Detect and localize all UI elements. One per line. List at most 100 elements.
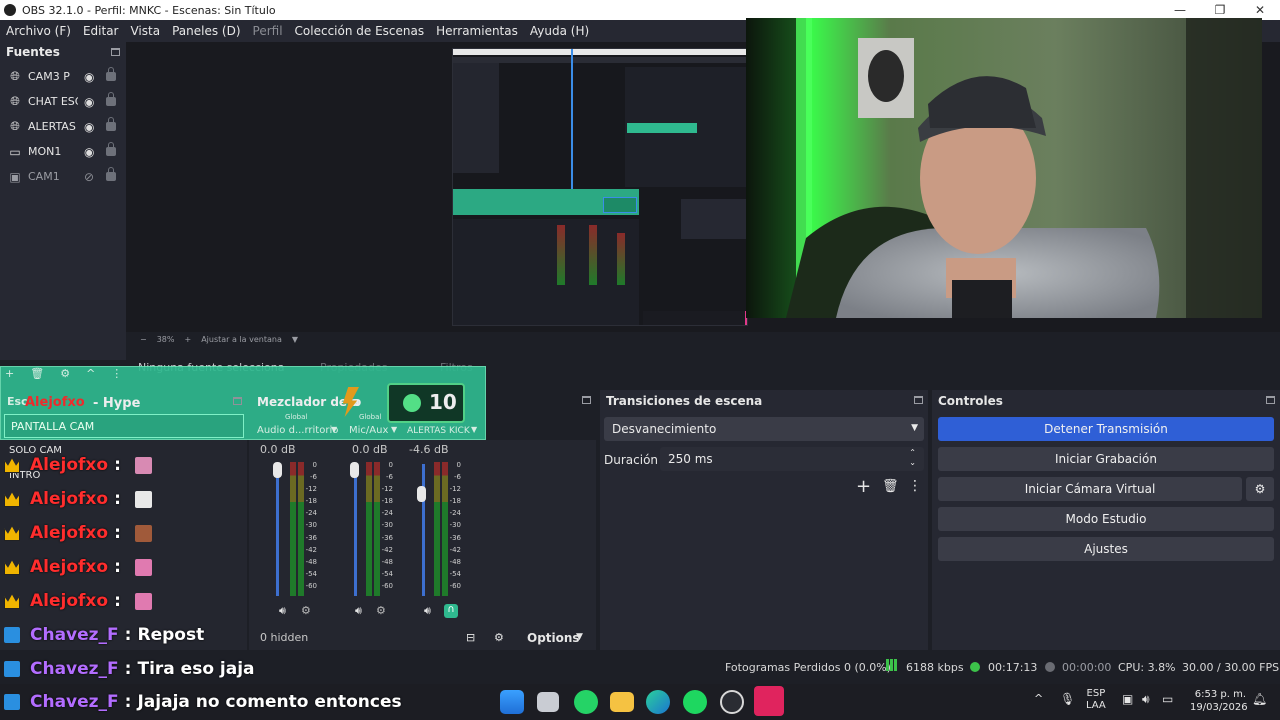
- menu-ayuda[interactable]: Ayuda (H): [524, 24, 595, 38]
- stop-stream-button[interactable]: Detener Transmisión: [938, 417, 1274, 441]
- zoom-out-button[interactable]: −: [140, 335, 147, 344]
- spotify-icon[interactable]: [683, 690, 707, 714]
- undock-icon[interactable]: [233, 397, 242, 405]
- lock-icon[interactable]: [106, 67, 116, 81]
- obs-icon[interactable]: [720, 690, 744, 714]
- trash-icon[interactable]: 🗑︎: [882, 479, 899, 494]
- menu-herramientas[interactable]: Herramientas: [430, 24, 524, 38]
- channel-settings-icon[interactable]: ⚙: [376, 604, 386, 617]
- start-recording-button[interactable]: Iniciar Grabación: [938, 447, 1274, 471]
- controls-title: Controles: [938, 394, 1003, 408]
- settings-button[interactable]: Ajustes: [938, 537, 1274, 561]
- menu-paneles[interactable]: Paneles (D): [166, 24, 246, 38]
- channel-settings-icon[interactable]: ⚙: [301, 604, 311, 617]
- tiktok-icon[interactable]: [754, 686, 784, 716]
- spin-arrows-icon[interactable]: ⌃ ⌄: [909, 448, 916, 468]
- chevron-down-icon[interactable]: ▼: [471, 425, 477, 434]
- lock-icon[interactable]: [106, 167, 116, 181]
- windows-start-icon[interactable]: [500, 690, 524, 714]
- menu-coleccion-escenas[interactable]: Colección de Escenas: [289, 24, 431, 38]
- menu-editar[interactable]: Editar: [77, 24, 125, 38]
- source-item[interactable]: 🌐︎ ALERTAS K ◉: [0, 114, 126, 139]
- chevron-up-icon[interactable]: ^: [86, 367, 95, 381]
- source-item[interactable]: ▣ CAM1 ⊘: [0, 164, 126, 189]
- mixer-layout-icon[interactable]: ⊟: [466, 631, 475, 644]
- crown-badge-icon: [4, 526, 20, 541]
- chat-message: Alejofxo:: [4, 489, 152, 509]
- network-icon[interactable]: ▣: [1122, 692, 1133, 706]
- add-transition-icon[interactable]: +: [856, 476, 871, 497]
- more-icon[interactable]: ⋮: [111, 367, 122, 381]
- chat-username: Alejofxo: [30, 489, 109, 509]
- maximize-button[interactable]: ❐: [1200, 0, 1240, 20]
- battery-icon[interactable]: ▭: [1162, 692, 1173, 706]
- studio-mode-button[interactable]: Modo Estudio: [938, 507, 1274, 531]
- eye-icon[interactable]: ◉: [84, 95, 98, 109]
- lock-icon[interactable]: [106, 142, 116, 156]
- source-name: CAM3 P: [28, 70, 70, 83]
- undock-icon[interactable]: [1266, 396, 1275, 404]
- menu-perfil[interactable]: Perfil: [247, 24, 289, 38]
- fader-handle[interactable]: [350, 462, 359, 478]
- scene-item-selected[interactable]: PANTALLA CAM: [4, 414, 244, 438]
- source-item[interactable]: ▭ MON1 ◉: [0, 139, 126, 164]
- headphones-icon[interactable]: ∩: [444, 604, 458, 618]
- chevron-down-icon[interactable]: ▼: [391, 425, 397, 434]
- microphone-icon[interactable]: 🎙︎: [1060, 692, 1075, 706]
- language-indicator[interactable]: ESP LAA: [1086, 688, 1106, 712]
- speaker-icon[interactable]: 🔊︎: [279, 604, 286, 618]
- undock-icon[interactable]: [111, 48, 120, 56]
- minimize-button[interactable]: —: [1160, 0, 1200, 20]
- controls-dock: Controles Detener Transmisión Iniciar Gr…: [932, 390, 1280, 650]
- volume-fader[interactable]: [422, 464, 425, 596]
- undock-icon[interactable]: [582, 396, 591, 404]
- mixer-settings-icon[interactable]: ⚙: [494, 631, 504, 644]
- chat-message: Alejofxo:: [4, 557, 152, 577]
- fit-window-label[interactable]: Ajustar a la ventana: [201, 335, 282, 344]
- volume-fader[interactable]: [276, 464, 279, 596]
- chat-message: Chavez_F: Tira eso jaja: [4, 659, 255, 679]
- chevron-down-icon[interactable]: ▼: [331, 425, 337, 434]
- file-explorer-icon[interactable]: [537, 692, 559, 712]
- speaker-icon[interactable]: 🔊︎: [355, 604, 362, 618]
- eye-icon[interactable]: ◉: [84, 145, 98, 159]
- eye-icon[interactable]: ◉: [84, 120, 98, 134]
- source-item[interactable]: 🌐︎ CHAT ESC ◉: [0, 89, 126, 114]
- edge-icon[interactable]: [646, 690, 670, 714]
- chevron-down-icon[interactable]: ▼: [576, 632, 583, 642]
- menu-vista[interactable]: Vista: [124, 24, 166, 38]
- eye-hidden-icon[interactable]: ⊘: [84, 170, 98, 184]
- speaker-icon[interactable]: 🔊︎: [424, 604, 431, 618]
- virtual-camera-button[interactable]: Iniciar Cámara Virtual: [938, 477, 1242, 501]
- menu-archivo[interactable]: Archivo (F): [0, 24, 77, 38]
- add-icon[interactable]: +: [5, 367, 14, 381]
- gear-icon[interactable]: ⚙: [1246, 477, 1274, 501]
- trash-icon[interactable]: 🗑︎: [30, 367, 44, 381]
- lock-icon[interactable]: [106, 92, 116, 106]
- duration-spinbox[interactable]: 250 ms ⌃ ⌄: [660, 447, 924, 471]
- volume-icon[interactable]: 🔊︎: [1142, 692, 1150, 707]
- undock-icon[interactable]: [914, 396, 923, 404]
- volume-fader[interactable]: [354, 464, 357, 596]
- more-icon[interactable]: ⋮: [908, 478, 922, 494]
- mixer-options-button[interactable]: Options: [527, 631, 580, 645]
- whatsapp-icon[interactable]: [574, 690, 598, 714]
- gear-icon[interactable]: ⚙: [60, 367, 70, 381]
- chat-username: Chavez_F: [30, 659, 119, 679]
- source-item[interactable]: 🌐︎ CAM3 P ◉: [0, 64, 126, 89]
- transition-select[interactable]: Desvanecimiento ▼: [604, 417, 924, 441]
- emote-icon: [134, 524, 152, 542]
- clock[interactable]: 6:53 p. m. 19/03/2026: [1190, 688, 1248, 714]
- lock-icon[interactable]: [106, 117, 116, 131]
- fader-handle[interactable]: [417, 486, 426, 502]
- fader-handle[interactable]: [273, 462, 282, 478]
- db-scale: 0 -6 -12 -18 -24 -30 -36 -42 -48 -54 -60: [305, 461, 317, 590]
- notification-bell-icon[interactable]: 🔔︎: [1252, 692, 1267, 706]
- close-button[interactable]: ✕: [1240, 0, 1280, 20]
- folder-icon[interactable]: [610, 692, 634, 712]
- chevron-up-icon[interactable]: ^: [1034, 692, 1043, 705]
- zoom-in-button[interactable]: +: [184, 335, 191, 344]
- eye-icon[interactable]: ◉: [84, 70, 98, 84]
- record-indicator-icon: [1045, 662, 1055, 672]
- chevron-down-icon[interactable]: ▼: [292, 335, 298, 344]
